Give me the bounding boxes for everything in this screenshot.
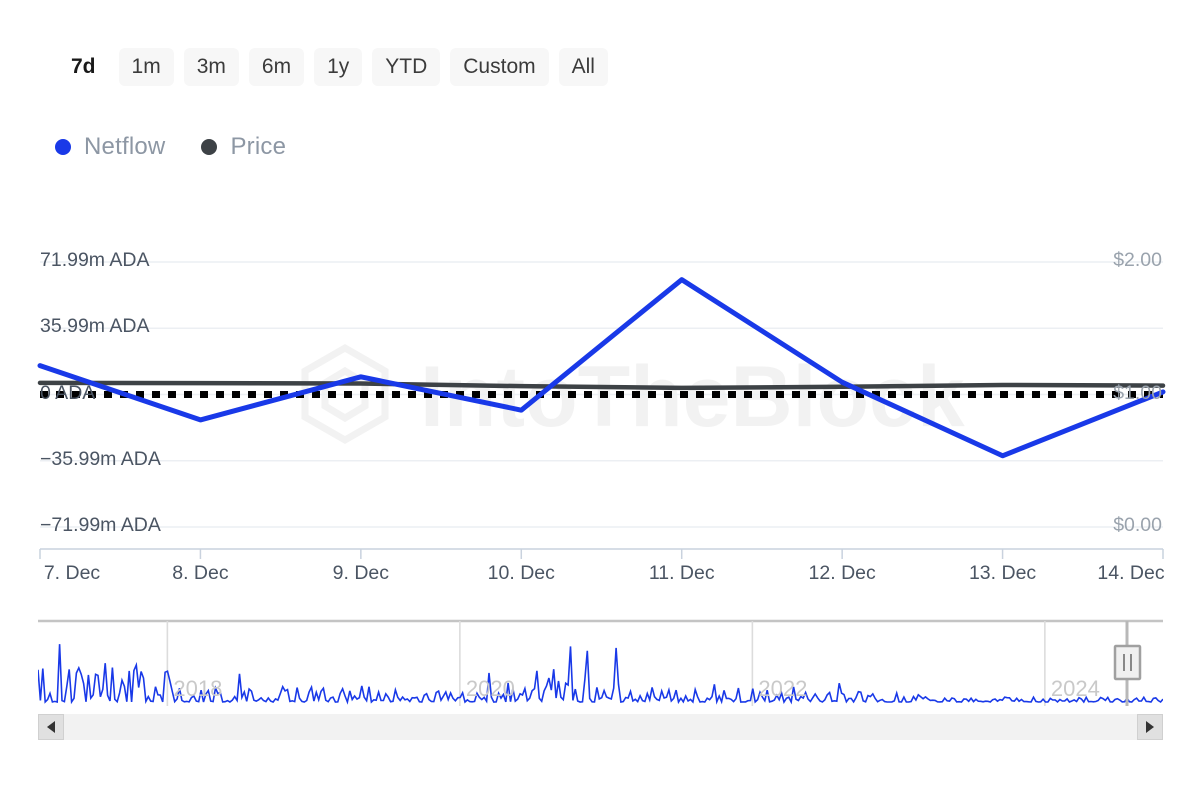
y-axis-left-tick-label: 0 ADA [40, 382, 95, 405]
y-axis-right-tick-label: $1.00 [1113, 382, 1162, 405]
range-button-7d[interactable]: 7d [58, 48, 109, 86]
legend-item-netflow[interactable]: Netflow [55, 133, 165, 161]
range-button-1y[interactable]: 1y [314, 48, 362, 86]
circle-dot-icon [55, 139, 71, 155]
scrollbar-right-button[interactable] [1137, 714, 1163, 740]
navigator-year-label: 2022 [758, 676, 807, 702]
x-axis-tick-label: 13. Dec [969, 562, 1036, 585]
navigator-year-label: 2024 [1051, 676, 1100, 702]
range-button-6m[interactable]: 6m [249, 48, 304, 86]
x-axis-tick-label: 7. Dec [44, 562, 100, 585]
watermark-text: IntoTheBlock [420, 349, 965, 445]
legend-label: Price [230, 133, 286, 161]
scrollbar-track[interactable] [64, 714, 1137, 740]
legend-item-price[interactable]: Price [201, 133, 286, 161]
y-axis-right-tick-label: $2.00 [1113, 249, 1162, 272]
range-navigator[interactable]: 2018 2020 2022 2024 [38, 618, 1163, 708]
x-axis-tick-label: 10. Dec [488, 562, 555, 585]
netflow-chart-page: 7d 1m 3m 6m 1y YTD Custom All Netflow Price Into… [0, 0, 1200, 800]
chart-svg: IntoTheBlock [0, 230, 1200, 560]
chart-plot-area: IntoTheBlock 71.99m ADA 35.99m ADA 0 ADA −3… [0, 230, 1200, 560]
range-button-all[interactable]: All [559, 48, 608, 86]
legend-label: Netflow [84, 133, 165, 161]
x-axis: 7. Dec 8. Dec 9. Dec 10. Dec 11. Dec 12. Dec 1… [0, 556, 1200, 598]
range-button-ytd[interactable]: YTD [372, 48, 440, 86]
navigator-scrollbar[interactable] [38, 714, 1163, 740]
chevron-left-icon [47, 721, 55, 733]
x-axis-tick-label: 14. Dec [1097, 562, 1164, 585]
x-axis-tick-label: 9. Dec [333, 562, 389, 585]
navigator-right-handle[interactable] [1115, 646, 1140, 679]
x-axis-tick-label: 11. Dec [649, 562, 715, 585]
range-button-3m[interactable]: 3m [184, 48, 239, 86]
x-axis-tick-label: 8. Dec [172, 562, 228, 585]
y-axis-right-tick-label: $0.00 [1113, 514, 1162, 537]
navigator-year-label: 2018 [173, 676, 222, 702]
chart-legend: Netflow Price [55, 133, 286, 161]
y-axis-left-tick-label: 71.99m ADA [40, 249, 149, 272]
y-axis-left-tick-label: −35.99m ADA [40, 448, 161, 471]
range-selector: 7d 1m 3m 6m 1y YTD Custom All [58, 48, 608, 86]
navigator-year-label: 2020 [466, 676, 515, 702]
circle-dot-icon [201, 139, 217, 155]
y-axis-left-tick-label: −71.99m ADA [40, 514, 161, 537]
range-button-1m[interactable]: 1m [119, 48, 174, 86]
chevron-right-icon [1146, 721, 1154, 733]
scrollbar-left-button[interactable] [38, 714, 64, 740]
x-axis-ticks [0, 548, 1200, 562]
y-axis-left-tick-label: 35.99m ADA [40, 315, 149, 338]
range-button-custom[interactable]: Custom [450, 48, 548, 86]
x-axis-tick-label: 12. Dec [809, 562, 876, 585]
